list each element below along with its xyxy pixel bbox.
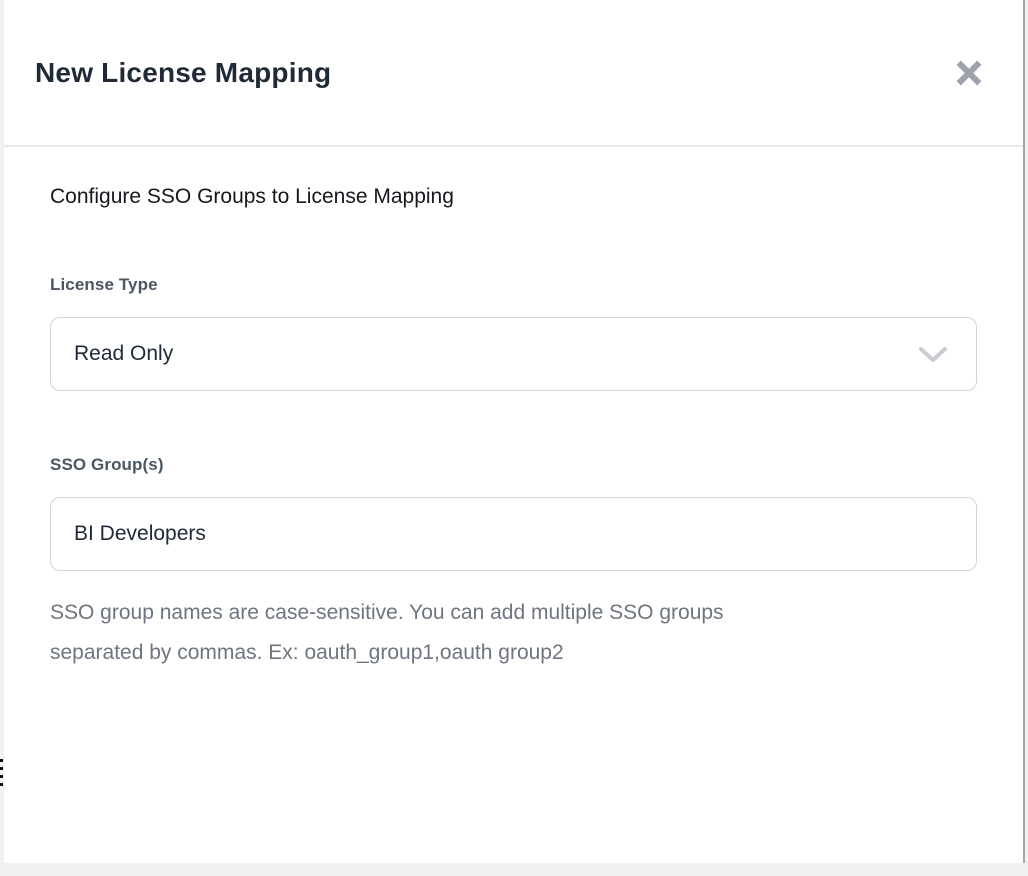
new-license-mapping-dialog: New License Mapping Configure SSO Groups… <box>4 0 1025 863</box>
sso-groups-field: SSO Group(s) SSO group names are case-se… <box>50 455 977 673</box>
license-type-select[interactable]: Read Only <box>50 317 977 391</box>
page-background: New License Mapping Configure SSO Groups… <box>0 0 1028 876</box>
dialog-body: Configure SSO Groups to License Mapping … <box>4 147 1023 673</box>
close-button[interactable] <box>951 55 987 91</box>
license-type-field: License Type Read Only <box>50 275 977 391</box>
dialog-header: New License Mapping <box>4 0 1023 147</box>
chevron-down-icon <box>918 346 948 363</box>
license-type-label: License Type <box>50 275 977 295</box>
x-icon <box>955 59 983 87</box>
sso-groups-label: SSO Group(s) <box>50 455 977 475</box>
clipped-background-list-icon <box>0 759 3 786</box>
dialog-title: New License Mapping <box>35 57 331 89</box>
sso-groups-help-text: SSO group names are case-sensitive. You … <box>50 593 977 673</box>
sso-groups-input[interactable] <box>50 497 977 571</box>
license-type-selected-value: Read Only <box>74 342 173 366</box>
dialog-subtitle: Configure SSO Groups to License Mapping <box>50 185 977 209</box>
